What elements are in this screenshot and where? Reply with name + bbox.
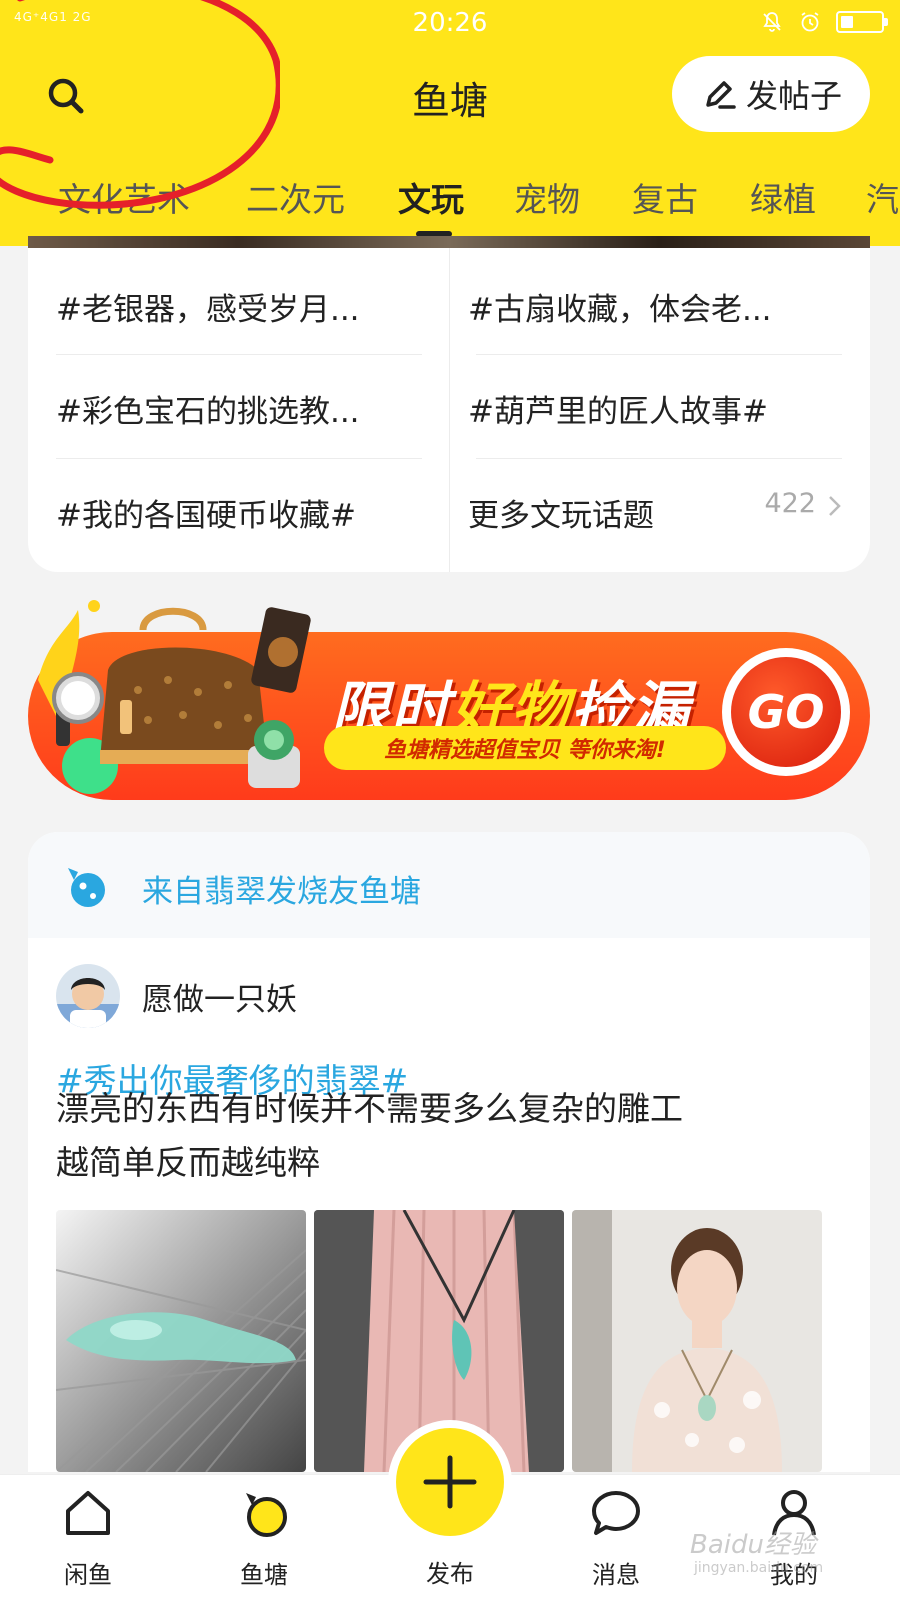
tab-anime[interactable]: 二次元 <box>246 173 345 221</box>
post-photo[interactable] <box>572 1210 822 1472</box>
alarm-icon <box>801 12 819 32</box>
divider <box>476 458 842 459</box>
home-icon <box>66 1491 110 1535</box>
post-text: 越简单反而越纯粹 <box>56 1143 320 1182</box>
nav-item-pond[interactable]: 鱼塘 <box>204 1475 324 1600</box>
nav-label: 消息 <box>592 1561 640 1589</box>
go-button[interactable]: GO <box>722 648 850 776</box>
nav-item-messages[interactable]: 消息 <box>556 1475 676 1600</box>
promo-subtitle: 鱼塘精选超值宝贝 等你来淘! <box>324 726 726 770</box>
publish-label: 发布 <box>426 1560 474 1588</box>
app-header: 4G⁺4G1 2G 20:26 鱼塘 发帖子 文化艺术 二次元 文玩 宠物 复古… <box>0 0 900 246</box>
tab-retro[interactable]: 复古 <box>632 173 698 221</box>
message-icon <box>592 1491 640 1535</box>
topic-link[interactable]: #我的各国硬币收藏# <box>56 490 356 535</box>
divider <box>449 248 450 572</box>
edit-icon <box>706 81 736 109</box>
chevron-right-icon <box>829 496 841 516</box>
watermark: Baidu经验 <box>690 1530 816 1560</box>
topic-link[interactable]: #古扇收藏，体会老... <box>468 284 772 329</box>
post-button-label: 发帖子 <box>745 77 842 115</box>
post-photo[interactable] <box>56 1210 306 1472</box>
tab-wenwan[interactable]: 文玩 <box>398 173 464 221</box>
watermark-url: jingyan.baidu.com <box>694 1560 824 1576</box>
publish-button[interactable] <box>396 1428 504 1536</box>
feed-post-card: 来自翡翠发烧友鱼塘 愿做一只妖 #秀出你最奢侈的翡翠# 漂亮的东西有时候并不需要… <box>28 832 870 1472</box>
tab-culture-art[interactable]: 文化艺术 <box>58 173 190 221</box>
promo-products-illustration <box>38 600 311 794</box>
divider <box>56 354 422 355</box>
tab-plants[interactable]: 绿植 <box>750 173 816 221</box>
pond-fish-icon <box>68 868 105 907</box>
nav-label: 闲鱼 <box>64 1561 112 1589</box>
avatar-image <box>56 964 120 1028</box>
more-topics-link[interactable]: 更多文玩话题 <box>468 490 654 535</box>
avatar[interactable] <box>56 964 120 1028</box>
topic-link[interactable]: #老银器，感受岁月... <box>56 284 360 329</box>
divider <box>56 458 422 459</box>
username[interactable]: 愿做一只妖 <box>142 974 297 1019</box>
jade-carving-photo <box>56 1210 306 1472</box>
divider <box>476 354 842 355</box>
tab-cars[interactable]: 汽 <box>866 173 899 221</box>
topic-link[interactable]: #彩色宝石的挑选教... <box>56 386 360 431</box>
nav-label: 鱼塘 <box>240 1561 288 1589</box>
topic-card: #老银器，感受岁月... #古扇收藏，体会老... #彩色宝石的挑选教... #… <box>28 236 870 572</box>
status-bar: 4G⁺4G1 2G 20:26 <box>0 0 900 48</box>
feed-source-row[interactable]: 来自翡翠发烧友鱼塘 <box>28 832 870 938</box>
promo-banner[interactable]: 限时好物捡漏 鱼塘精选超值宝贝 等你来淘! GO <box>28 600 870 810</box>
pond-source-link[interactable]: 来自翡翠发烧友鱼塘 <box>142 866 421 911</box>
category-tabs: 文化艺术 二次元 文玩 宠物 复古 绿植 汽 <box>0 165 900 235</box>
topic-link[interactable]: #葫芦里的匠人故事# <box>468 386 768 431</box>
nav-item-home[interactable]: 闲鱼 <box>28 1475 148 1600</box>
tab-pets[interactable]: 宠物 <box>514 173 580 221</box>
go-label: GO <box>731 657 841 767</box>
model-with-jade-photo <box>572 1210 822 1472</box>
bell-off-icon <box>763 12 781 32</box>
topic-count: 422 <box>764 488 816 519</box>
plus-icon <box>423 1455 477 1509</box>
banner-image-edge <box>28 236 870 248</box>
battery-icon <box>836 11 888 33</box>
status-icons <box>760 10 888 34</box>
post-text: 漂亮的东西有时候并不需要多么复杂的雕工 <box>56 1089 683 1128</box>
pond-icon <box>246 1493 287 1537</box>
post-button[interactable]: 发帖子 <box>672 56 870 132</box>
